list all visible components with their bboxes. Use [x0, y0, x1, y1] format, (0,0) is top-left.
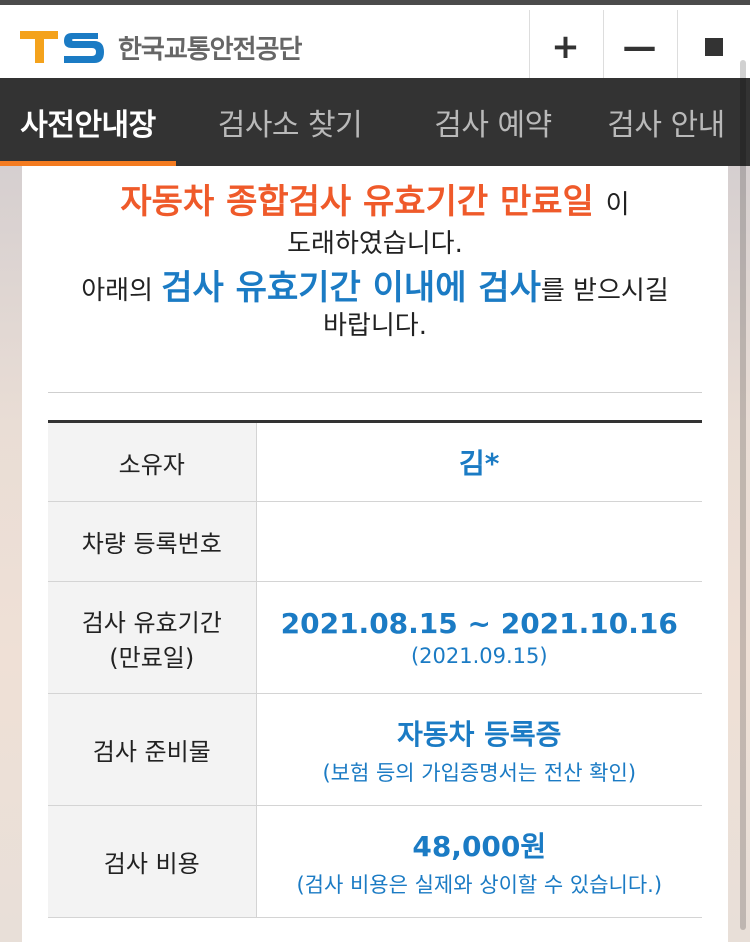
- zoom-in-button[interactable]: +: [529, 10, 601, 83]
- square-icon: [704, 37, 723, 56]
- agency-name: 한국교통안전공단: [118, 34, 302, 65]
- expiry-date: (2021.09.15): [410, 644, 548, 668]
- notice-prefix: 아래의: [81, 275, 154, 306]
- fee-note: (검사 비용은 실제와 상이할 수 있습니다.): [296, 872, 663, 897]
- required-docs-value: 자동차 등록증 (보험 등의 가입증명서는 전산 확인): [256, 693, 702, 806]
- expiry-highlight: 자동차 종합검사 유효기간 만료일: [120, 182, 594, 222]
- plate-number-value: [256, 501, 702, 582]
- table-row: 차량 등록번호: [48, 501, 702, 582]
- owner-label: 소유자: [48, 421, 257, 502]
- tab-label: 검사소 찾기: [217, 108, 363, 143]
- required-docs-note: (보험 등의 가입증명서는 전산 확인): [322, 760, 637, 785]
- fee-label: 검사 비용: [48, 805, 257, 918]
- notice-line-4: 바랍니다.: [323, 311, 427, 342]
- table-row: 소유자 김*: [48, 421, 702, 502]
- validity-period-label: 검사 유효기간 (만료일): [48, 581, 257, 694]
- owner-name: 김*: [459, 447, 500, 480]
- fee-value: 48,000원 (검사 비용은 실제와 상이할 수 있습니다.): [256, 805, 702, 918]
- notice-suffix: 를 받으시길: [540, 275, 669, 306]
- tab-inspection-guide[interactable]: 검사 안내: [582, 78, 750, 166]
- main-nav: 사전안내장 검사소 찾기 검사 예약 검사 안내: [0, 78, 750, 166]
- notice-line-1: 자동차 종합검사 유효기간 만료일 이: [22, 180, 728, 224]
- notice-line-2: 도래하였습니다.: [287, 229, 463, 260]
- required-docs-main: 자동차 등록증: [397, 717, 562, 751]
- fee-amount: 48,000원: [412, 829, 547, 863]
- table-row: 검사 준비물 자동차 등록증 (보험 등의 가입증명서는 전산 확인): [48, 693, 702, 806]
- tab-inspection-reservation[interactable]: 검사 예약: [404, 78, 582, 166]
- maximize-button[interactable]: [677, 10, 749, 83]
- inspection-highlight: 검사 유효기간 이내에 검사: [161, 267, 541, 308]
- notice-card: 자동차 종합검사 유효기간 만료일 이 도래하였습니다. 아래의 검사 유효기간…: [22, 166, 728, 942]
- inspection-info-table: 소유자 김* 차량 등록번호 검사 유효기간 (만료일) 2021.08.15 …: [48, 420, 702, 918]
- validity-label-line2: (만료일): [109, 643, 195, 672]
- zoom-out-button[interactable]: —: [603, 10, 675, 83]
- tab-label: 사전안내장: [20, 108, 156, 143]
- tab-label: 검사 예약: [434, 108, 552, 143]
- divider: [48, 392, 702, 393]
- notice-line-3: 아래의 검사 유효기간 이내에 검사를 받으시길: [22, 266, 728, 310]
- owner-value: 김*: [256, 421, 702, 502]
- validity-period-value: 2021.08.15 ~ 2021.10.16 (2021.09.15): [256, 581, 702, 694]
- required-docs-label: 검사 준비물: [48, 693, 257, 806]
- scrollbar[interactable]: [740, 60, 746, 930]
- tab-find-inspection-center[interactable]: 검사소 찾기: [176, 78, 404, 166]
- table-row: 검사 유효기간 (만료일) 2021.08.15 ~ 2021.10.16 (2…: [48, 581, 702, 694]
- ts-logo[interactable]: 한국교통안전공단: [20, 27, 302, 67]
- ts-logo-icon: [20, 31, 104, 63]
- validity-range: 2021.08.15 ~ 2021.10.16: [280, 607, 678, 640]
- validity-label-line1: 검사 유효기간: [81, 608, 222, 637]
- tab-label: 검사 안내: [607, 108, 725, 143]
- minus-icon: —: [622, 26, 657, 67]
- plus-icon: +: [551, 26, 580, 67]
- top-header: 한국교통안전공단 + —: [0, 0, 750, 83]
- plate-number-label: 차량 등록번호: [48, 501, 257, 582]
- tab-pre-notice[interactable]: 사전안내장: [0, 78, 176, 166]
- table-row: 검사 비용 48,000원 (검사 비용은 실제와 상이할 수 있습니다.): [48, 805, 702, 918]
- notice-message: 자동차 종합검사 유효기간 만료일 이 도래하였습니다. 아래의 검사 유효기간…: [22, 180, 728, 344]
- notice-suffix: 이: [605, 190, 630, 220]
